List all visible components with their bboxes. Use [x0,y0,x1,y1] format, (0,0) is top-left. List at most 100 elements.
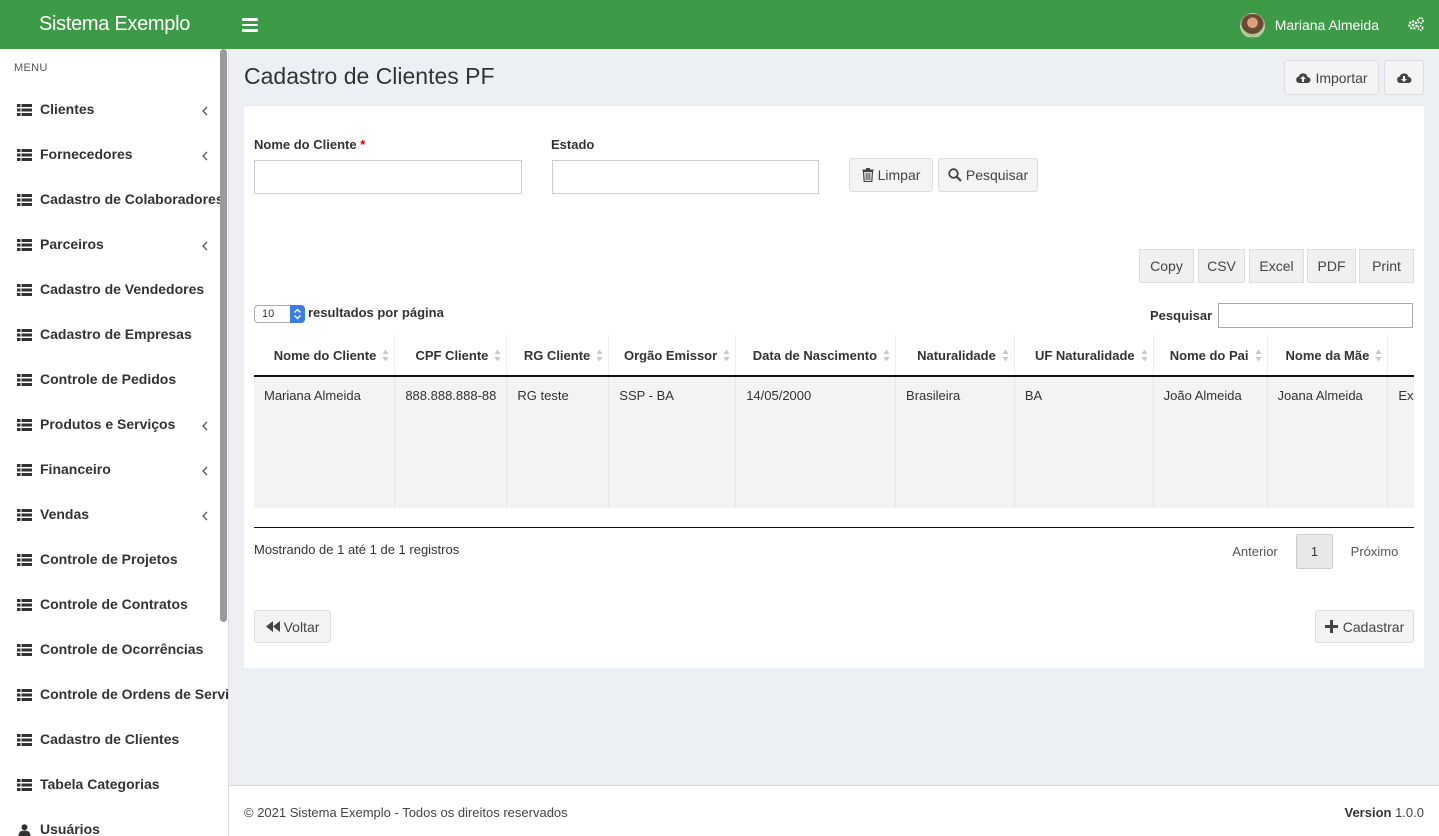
sidebar-item-label: Cadastro de Vendedores [40,280,205,297]
chevron-left-icon [202,148,208,161]
client-name-label: Nome do Cliente * [254,137,366,152]
column-header-label: CPF Cliente [415,347,489,363]
avatar [1239,12,1265,38]
chevron-left-icon [202,238,208,251]
chevron-left-icon [202,463,208,476]
chevron-left-icon [202,508,208,521]
table-cell: Exe [1387,376,1414,508]
table-cell: SSP - BA [608,376,737,508]
column-header-label: UF Naturalidade [1034,347,1135,363]
export-csv-button[interactable]: CSV [1198,249,1245,283]
cloud-download-button[interactable] [1384,60,1424,95]
column-header[interactable]: Naturalidade [895,335,1015,377]
export-copy-button[interactable]: Copy [1139,249,1194,283]
list-icon [17,778,32,791]
hamburger-menu-icon[interactable] [242,15,258,33]
backward-icon [265,621,280,632]
list-icon [17,688,32,701]
column-header[interactable]: UF Naturalidade [1014,335,1154,377]
pagination-previous[interactable]: Anterior [1218,534,1292,569]
import-button[interactable]: Importar [1284,60,1379,95]
list-icon [17,463,32,476]
sort-icon [596,349,603,362]
sidebar-item-controle-de-ocorrencias[interactable]: Controle de Ocorrências [0,626,220,671]
table-row[interactable]: Mariana Almeida 888.888.888-88 RG teste SSP… [254,376,1414,508]
page-length-value: 10 [262,308,275,320]
sidebar-item-financeiro[interactable]: Financeiro [0,446,220,491]
version-text: Version 1.0.0 [1344,805,1424,820]
sidebar-item-controle-de-contratos[interactable]: Controle de Contratos [0,581,220,626]
menu-header: MENU [14,62,48,74]
sidebar-item-fornecedores[interactable]: Fornecedores [0,131,220,176]
column-header-label: Nome da Mãe [1285,347,1370,363]
sidebar-item-label: Produtos e Serviços [40,415,176,432]
export-pdf-button[interactable]: PDF [1307,249,1356,283]
client-name-input[interactable] [254,160,522,194]
column-header[interactable]: Nome do Pai [1153,335,1268,377]
sidebar-item-label: Fornecedores [40,145,133,162]
sidebar-item-label: Financeiro [40,460,111,477]
create-button[interactable]: Cadastrar [1315,610,1414,643]
clear-button[interactable]: Limpar [849,158,933,192]
brand-logo[interactable]: Sistema Exemplo [0,0,229,49]
column-header[interactable]: E [1387,335,1414,377]
sort-icon [494,349,501,362]
state-input[interactable] [552,160,819,194]
sidebar-item-cadastro-de-empresas[interactable]: Cadastro de Empresas [0,311,220,356]
column-header-label: Data de Nascimento [752,347,878,363]
pagination-next[interactable]: Próximo [1337,534,1412,569]
sidebar-item-label: Vendas [40,505,90,522]
sidebar-item-usuarios[interactable]: Usuários [0,806,220,836]
copyright-text: © 2021 Sistema Exemplo - Todos os direit… [244,805,568,820]
select-arrows-icon [290,305,305,323]
gears-icon[interactable] [1407,16,1425,32]
column-header[interactable]: CPF Cliente [394,335,508,377]
sidebar-item-label: Controle de Ocorrências [40,640,204,657]
column-header[interactable]: Nome da Mãe [1267,335,1389,377]
list-icon [17,373,32,386]
export-print-button[interactable]: Print [1359,249,1414,283]
table-cell: Joana Almeida [1267,376,1389,508]
sidebar-item-controle-de-ordens-de-servico[interactable]: Controle de Ordens de Serviço [0,671,228,716]
clear-label: Limpar [877,167,921,183]
list-icon [17,643,32,656]
list-icon [17,418,32,431]
required-mark: * [360,137,366,152]
export-excel-button[interactable]: Excel [1249,249,1304,283]
search-button[interactable]: Pesquisar [938,158,1038,192]
user-menu[interactable]: Mariana Almeida [1239,11,1379,39]
sidebar-item-cadastro-de-clientes[interactable]: Cadastro de Clientes [0,716,220,761]
table-cell: 888.888.888-88 [394,376,508,508]
column-header[interactable]: Data de Nascimento [735,335,897,377]
sidebar-item-produtos-e-servicos[interactable]: Produtos e Serviços [0,401,220,446]
page-title: Cadastro de Clientes PF [244,63,495,89]
sidebar-item-cadastro-de-colaboradores[interactable]: Cadastro de Colaboradores [0,176,224,221]
sidebar-item-vendas[interactable]: Vendas [0,491,220,536]
table-search-input[interactable] [1218,303,1413,328]
column-header[interactable]: Nome do Cliente [254,335,396,377]
column-header[interactable]: Orgão Emissor [608,335,737,377]
table-cell: João Almeida [1153,376,1268,508]
sidebar-item-tabela-categorias[interactable]: Tabela Categorias [0,761,220,806]
footer: © 2021 Sistema Exemplo - Todos os direit… [229,785,1439,836]
sidebar-item-label: Cadastro de Colaboradores [40,190,224,207]
trash-icon [862,168,874,182]
column-header-label: Nome do Pai [1169,347,1249,363]
sidebar-item-cadastro-de-vendedores[interactable]: Cadastro de Vendedores [0,266,220,311]
sidebar-item-clientes[interactable]: Clientes [0,86,220,131]
user-icon [17,823,32,836]
pagination-page-1[interactable]: 1 [1296,534,1333,569]
list-icon [17,238,32,251]
sidebar-item-label: Parceiros [40,235,104,252]
column-header[interactable]: RG Cliente [506,335,610,377]
page-length-select[interactable]: 10 [254,305,305,323]
sidebar-item-controle-de-pedidos[interactable]: Controle de Pedidos [0,356,220,401]
sidebar-scrollbar[interactable] [220,49,227,622]
back-button[interactable]: Voltar [254,610,331,643]
top-navbar: Sistema Exemplo Mariana Almeida [0,0,1439,49]
sidebar-item-controle-de-projetos[interactable]: Controle de Projetos [0,536,220,581]
sidebar-item-parceiros[interactable]: Parceiros [0,221,220,266]
sidebar-item-label: Controle de Pedidos [40,370,177,387]
user-name: Mariana Almeida [1274,17,1379,33]
table-info: Mostrando de 1 até 1 de 1 registros [254,542,460,557]
